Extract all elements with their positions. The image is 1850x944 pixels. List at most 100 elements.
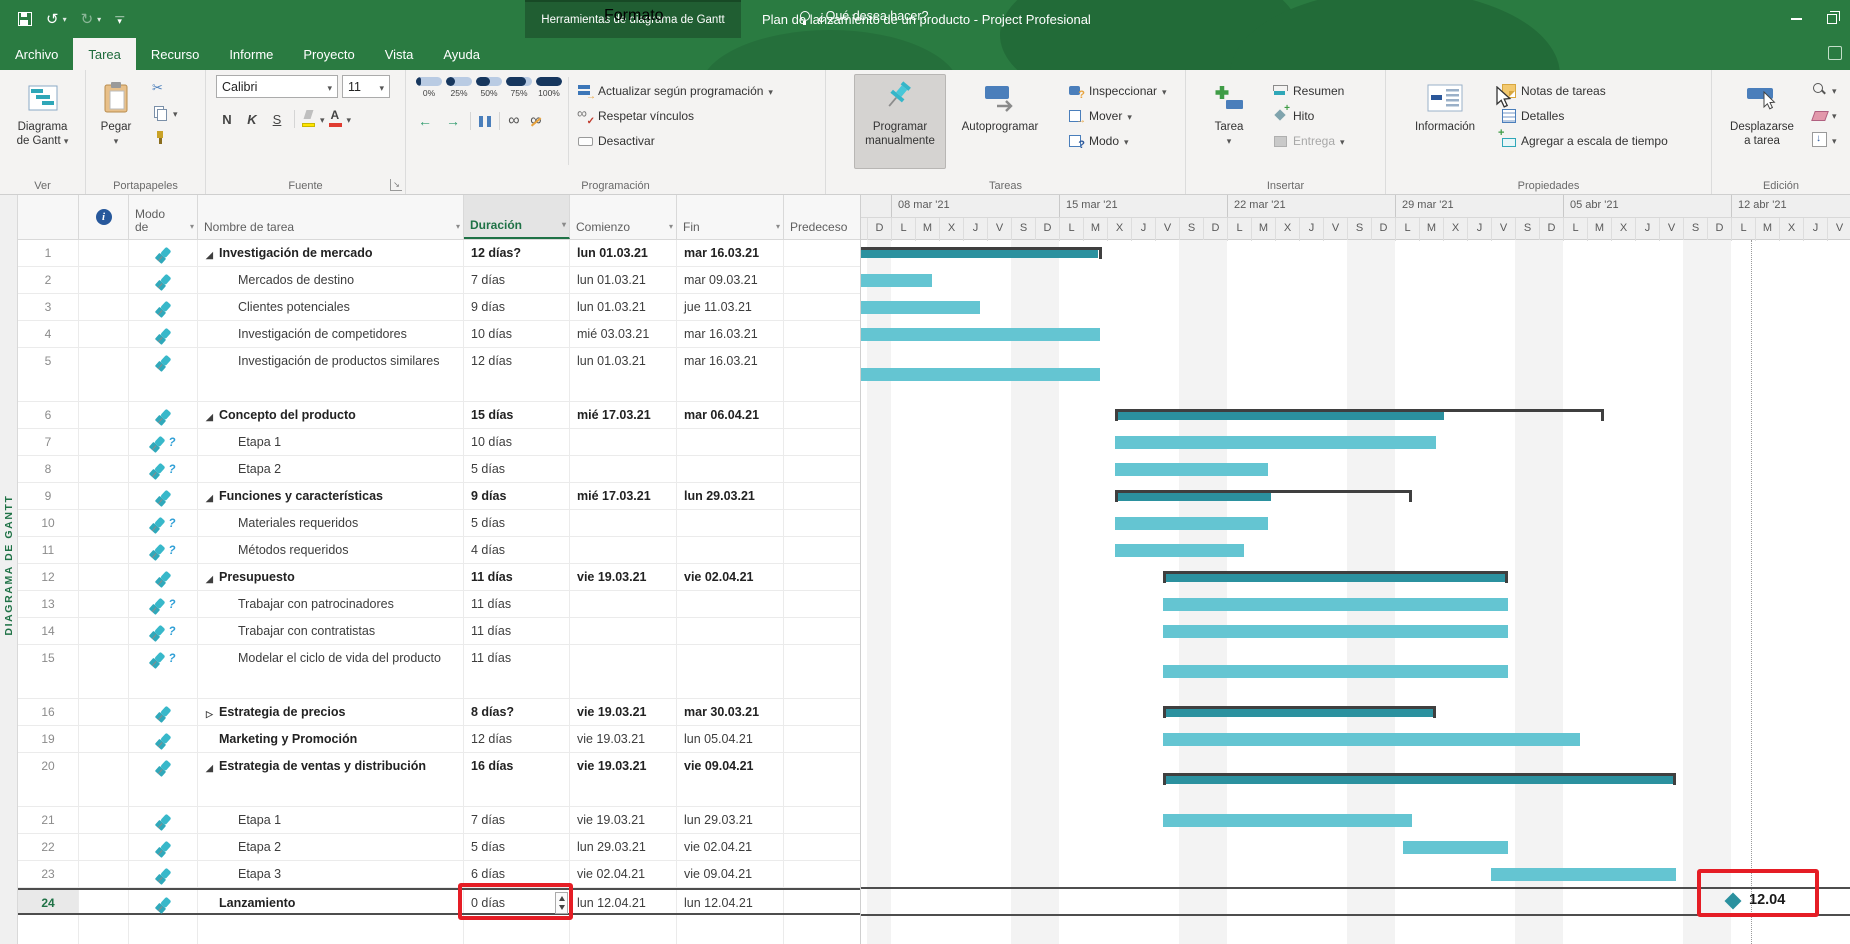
cell-finish-date[interactable] bbox=[677, 618, 784, 644]
row-number[interactable]: 11 bbox=[18, 537, 79, 563]
expand-collapse-icon[interactable] bbox=[225, 624, 238, 626]
ribbon-display-options-icon[interactable] bbox=[1828, 46, 1842, 60]
tell-me-search[interactable]: ¿Qué desea hacer? bbox=[800, 0, 929, 32]
task-bar[interactable] bbox=[1115, 517, 1268, 530]
table-row[interactable]: 1 ? ◢ Investigación de mercado 12 días? … bbox=[18, 240, 860, 267]
cell-task-mode[interactable]: ? bbox=[129, 834, 198, 860]
cell-task-name[interactable]: Etapa 2 bbox=[198, 834, 464, 860]
header-nombre[interactable]: Nombre de tarea ▾ bbox=[198, 195, 464, 239]
inspect-button[interactable]: Inspeccionar bbox=[1062, 78, 1173, 103]
cell-start-date[interactable]: lun 29.03.21 bbox=[570, 834, 677, 860]
cell-info[interactable] bbox=[79, 591, 129, 617]
cell-info[interactable] bbox=[79, 807, 129, 833]
cell-task-name[interactable]: Lanzamiento bbox=[198, 890, 464, 913]
cell-task-mode[interactable]: ? bbox=[129, 726, 198, 752]
cell-predecessors[interactable] bbox=[784, 753, 860, 806]
cell-finish-date[interactable]: mar 30.03.21 bbox=[677, 699, 784, 725]
row-number[interactable]: 15 bbox=[18, 645, 79, 698]
cell-finish-date[interactable]: mar 16.03.21 bbox=[677, 321, 784, 347]
paste-button[interactable]: Pegar bbox=[88, 74, 144, 169]
cell-duration[interactable]: 10 días bbox=[464, 429, 570, 455]
cell-task-mode[interactable]: ? bbox=[129, 537, 198, 563]
task-bar[interactable] bbox=[861, 247, 1102, 260]
task-bar[interactable] bbox=[861, 274, 932, 287]
header-predecesoras[interactable]: Predeceso bbox=[784, 195, 860, 239]
fill-down-button[interactable] bbox=[1806, 127, 1843, 152]
cell-task-name[interactable]: Trabajar con patrocinadores bbox=[198, 591, 464, 617]
cell-task-mode[interactable]: ? bbox=[129, 321, 198, 347]
task-bar[interactable] bbox=[1163, 665, 1508, 678]
cell-predecessors[interactable] bbox=[784, 240, 860, 266]
row-number[interactable]: 8 bbox=[18, 456, 79, 482]
cell-finish-date[interactable] bbox=[677, 537, 784, 563]
cell-info[interactable] bbox=[79, 564, 129, 590]
ribbon-tab[interactable]: Archivo bbox=[0, 38, 73, 70]
filter-caret-icon[interactable]: ▾ bbox=[190, 220, 194, 233]
cell-duration[interactable]: 5 días bbox=[464, 834, 570, 860]
expand-collapse-icon[interactable]: ◢ bbox=[206, 246, 219, 263]
expand-collapse-icon[interactable] bbox=[225, 435, 238, 437]
cell-duration[interactable]: 7 días bbox=[464, 267, 570, 293]
details-button[interactable]: Detalles bbox=[1494, 103, 1674, 128]
row-number[interactable]: 3 bbox=[18, 294, 79, 320]
cell-task-name[interactable]: Trabajar con contratistas bbox=[198, 618, 464, 644]
indent-task-icon[interactable]: → bbox=[442, 113, 464, 129]
task-bar[interactable] bbox=[1115, 463, 1268, 476]
unlink-tasks-icon[interactable]: ∞ bbox=[528, 114, 544, 129]
cell-task-name[interactable]: ◢ Investigación de mercado bbox=[198, 240, 464, 266]
cell-info[interactable] bbox=[79, 267, 129, 293]
task-bar[interactable] bbox=[1163, 733, 1580, 746]
task-bar[interactable] bbox=[861, 301, 980, 314]
filter-caret-icon[interactable]: ▾ bbox=[669, 220, 673, 233]
cell-duration[interactable]: 8 días? bbox=[464, 699, 570, 725]
minimize-button[interactable] bbox=[1778, 0, 1814, 38]
row-number[interactable]: 5 bbox=[18, 348, 79, 401]
cell-info[interactable] bbox=[79, 456, 129, 482]
cell-info[interactable] bbox=[79, 726, 129, 752]
cell-task-name[interactable]: ◢ Estrategia de ventas y distribución bbox=[198, 753, 464, 806]
header-duracion[interactable]: Duración ▾ bbox=[464, 195, 570, 239]
cell-duration[interactable]: 11 días bbox=[464, 618, 570, 644]
table-row[interactable]: 22 ? Etapa 2 5 días lun 29.03.21 vie 02.… bbox=[18, 834, 860, 861]
expand-collapse-icon[interactable] bbox=[225, 867, 238, 869]
expand-collapse-icon[interactable] bbox=[225, 273, 238, 275]
table-row[interactable]: 16 ? ▷ Estrategia de precios 8 días? vie… bbox=[18, 699, 860, 726]
header-modo[interactable]: Modode ▾ bbox=[129, 195, 198, 239]
chevron-down-icon[interactable] bbox=[347, 110, 352, 128]
expand-collapse-icon[interactable]: ◢ bbox=[206, 759, 219, 776]
row-number[interactable]: 1 bbox=[18, 240, 79, 266]
cell-predecessors[interactable] bbox=[784, 591, 860, 617]
bold-button[interactable]: N bbox=[216, 108, 238, 130]
cell-task-name[interactable]: Etapa 3 bbox=[198, 861, 464, 887]
filter-caret-icon[interactable]: ▾ bbox=[562, 218, 566, 231]
cell-start-date[interactable]: vie 19.03.21 bbox=[570, 699, 677, 725]
task-bar[interactable] bbox=[1163, 773, 1676, 786]
cell-predecessors[interactable] bbox=[784, 890, 860, 913]
cell-task-mode[interactable]: ? bbox=[129, 402, 198, 428]
cell-duration[interactable]: 7 días bbox=[464, 807, 570, 833]
cell-predecessors[interactable] bbox=[784, 861, 860, 887]
cell-info[interactable] bbox=[79, 348, 129, 401]
cell-info[interactable] bbox=[79, 537, 129, 563]
cell-start-date[interactable]: mié 03.03.21 bbox=[570, 321, 677, 347]
cell-duration[interactable]: 5 días bbox=[464, 510, 570, 536]
table-row[interactable]: 9 ? ◢ Funciones y características 9 días… bbox=[18, 483, 860, 510]
expand-collapse-icon[interactable] bbox=[225, 462, 238, 464]
cell-finish-date[interactable] bbox=[677, 591, 784, 617]
task-information-button[interactable]: Información bbox=[1402, 74, 1488, 169]
cell-duration[interactable]: 5 días bbox=[464, 456, 570, 482]
cell-predecessors[interactable] bbox=[784, 537, 860, 563]
row-number[interactable]: 14 bbox=[18, 618, 79, 644]
row-number[interactable]: 13 bbox=[18, 591, 79, 617]
cell-start-date[interactable]: lun 01.03.21 bbox=[570, 267, 677, 293]
cell-task-name[interactable]: Investigación de productos similares bbox=[198, 348, 464, 401]
task-bar[interactable] bbox=[861, 328, 1100, 341]
cell-task-mode[interactable]: ? bbox=[129, 294, 198, 320]
percent-complete-button[interactable]: 50% bbox=[474, 77, 504, 98]
respect-schedule-button[interactable]: Actualizar según programación bbox=[571, 78, 779, 103]
row-number[interactable]: 23 bbox=[18, 861, 79, 887]
expand-collapse-icon[interactable] bbox=[225, 840, 238, 842]
cell-info[interactable] bbox=[79, 753, 129, 806]
underline-button[interactable]: S bbox=[266, 108, 288, 130]
move-task-button[interactable]: Mover bbox=[1062, 103, 1173, 128]
